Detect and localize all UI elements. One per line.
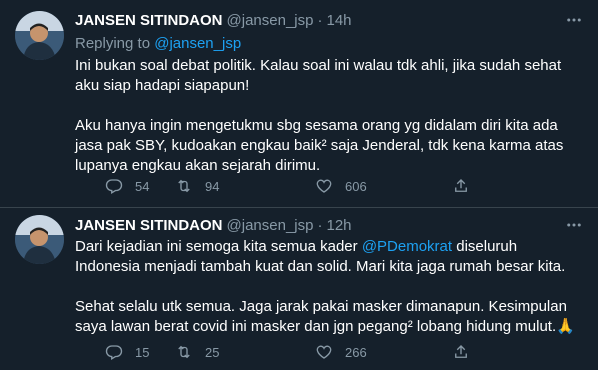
author-handle[interactable]: @jansen_jsp	[227, 12, 314, 29]
more-icon[interactable]	[565, 12, 583, 28]
like-button[interactable]: 606	[315, 177, 367, 195]
like-count: 266	[345, 344, 367, 360]
retweet-icon	[178, 345, 190, 359]
reply-button[interactable]: 54	[105, 177, 149, 195]
tweet-text: Dari kejadian ini semoga kita semua kade…	[75, 237, 583, 337]
like-icon	[316, 179, 332, 193]
like-button[interactable]: 266	[315, 343, 367, 361]
reply-button[interactable]: 15	[105, 343, 149, 361]
tweet-paragraph: Sehat selalu utk semua. Jaga jarak pakai…	[75, 298, 575, 335]
share-icon	[455, 179, 467, 192]
tweet-timestamp[interactable]: 14h	[326, 12, 351, 29]
reply-count: 54	[135, 178, 150, 194]
like-icon	[316, 345, 332, 359]
separator-dot: ·	[317, 11, 323, 29]
author-handle[interactable]: @jansen_jsp	[227, 217, 314, 234]
retweet-count: 25	[205, 344, 220, 360]
share-icon	[455, 345, 467, 358]
reply-to-link[interactable]: @jansen_jsp	[154, 35, 241, 52]
tweet-paragraph: Ini bukan soal debat politik. Kalau soal…	[75, 57, 562, 94]
avatar[interactable]	[15, 11, 64, 60]
retweet-button[interactable]: 25	[175, 343, 219, 361]
tweet-text: Ini bukan soal debat politik. Kalau soal…	[75, 56, 583, 176]
author-name[interactable]: JANSEN SITINDAON	[75, 12, 223, 29]
tweet-paragraph: Aku hanya ingin mengetukmu sbg sesama or…	[75, 117, 564, 174]
mention-link[interactable]: @PDemokrat	[362, 238, 452, 255]
reply-count: 15	[135, 344, 150, 360]
more-icon[interactable]	[565, 217, 583, 233]
author-name[interactable]: JANSEN SITINDAON	[75, 217, 223, 234]
tweet-timestamp[interactable]: 12h	[326, 217, 351, 234]
tweet[interactable]: JANSEN SITINDAON @jansen_jsp · 14h Reply…	[0, 0, 598, 208]
reply-icon	[105, 179, 123, 194]
reply-icon	[105, 345, 123, 360]
tweet[interactable]: JANSEN SITINDAON @jansen_jsp · 12h Dari …	[0, 208, 598, 370]
replying-to: Replying to @jansen_jsp	[75, 34, 583, 54]
text-segment: Dari kejadian ini semoga kita semua kade…	[75, 238, 362, 255]
retweet-icon	[178, 179, 190, 193]
tweet-paragraph: Dari kejadian ini semoga kita semua kade…	[75, 237, 583, 277]
retweet-count: 94	[205, 178, 220, 194]
share-button[interactable]	[452, 343, 470, 361]
retweet-button[interactable]: 94	[175, 177, 219, 195]
replying-to-label: Replying to	[75, 35, 155, 52]
share-button[interactable]	[452, 177, 470, 195]
separator-dot: ·	[317, 216, 323, 234]
avatar[interactable]	[15, 215, 64, 264]
like-count: 606	[345, 178, 367, 194]
